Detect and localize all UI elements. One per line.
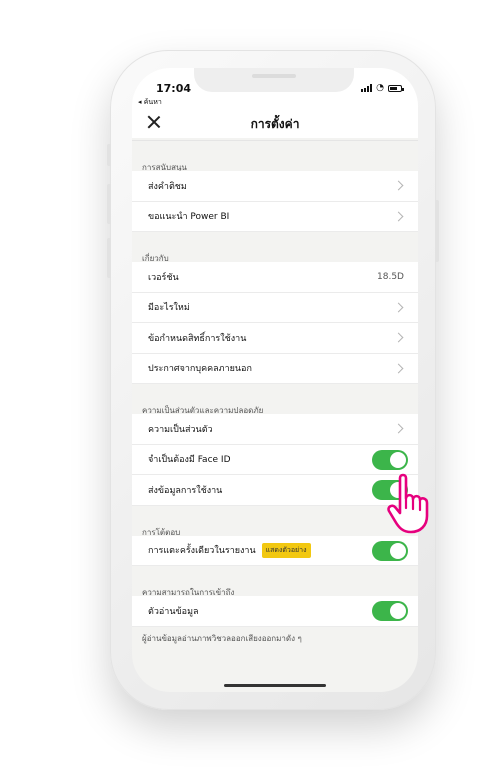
row-label: เวอร์ชัน [148,272,179,283]
face-id-toggle[interactable] [372,449,408,470]
speaker [252,74,296,78]
row-label: ส่งข้อมูลการใช้งาน [148,485,223,496]
row-third-party-notices[interactable]: ประกาศจากบุคคลภายนอก [132,353,418,384]
data-reader-toggle[interactable] [372,601,408,621]
back-to-search-link[interactable]: ◂ ค้นหา [138,97,162,108]
phone-volume-up [107,184,111,224]
nav-bar: การตั้งค่า [132,108,418,138]
pointing-hand-icon [387,473,429,534]
row-label: ตัวอ่านข้อมูล [148,606,199,617]
row-license-terms[interactable]: ข้อกำหนดสิทธิ์การใช้งาน [132,323,418,354]
status-icons: ◔ [361,83,404,93]
section-header-privacy: ความเป็นส่วนตัวและความปลอดภัย [142,406,264,415]
data-reader-footnote: ผู้อ่านข้อมูลอ่านภาพวิชวลออกเสียงออกมาดั… [142,633,302,643]
row-label: ความเป็นส่วนตัว [148,424,213,435]
row-recommend-power-bi[interactable]: ขอแนะนำ Power BI [132,201,418,232]
row-label: ขอแนะนำ Power BI [148,212,230,223]
home-indicator [224,684,326,687]
signal-icon [361,84,373,92]
section-header-support: การสนับสนุน [142,163,187,172]
row-label: การแตะครั้งเดียวในรายงาน [148,546,256,557]
battery-icon [388,84,404,92]
phone-volume-down [107,238,111,278]
settings-list: การสนับสนุน ส่งคำติชม ขอแนะนำ Power BI เ… [132,138,418,692]
row-label: ข้อกำหนดสิทธิ์การใช้งาน [148,333,247,344]
row-label: จำเป็นต้องมี Face ID [148,455,231,466]
preview-badge: แสดงตัวอย่าง [261,542,311,558]
row-data-reader: ตัวอ่านข้อมูล [132,596,418,627]
chevron-right-icon [393,423,404,434]
single-tap-toggle[interactable] [372,540,408,561]
row-require-face-id: จำเป็นต้องมี Face ID [132,444,418,475]
chevron-right-icon [393,180,404,191]
row-whats-new[interactable]: มีอะไรใหม่ [132,292,418,323]
phone-power-button [435,200,439,262]
page-title: การตั้งค่า [250,117,300,131]
wifi-icon: ◔ [376,83,384,93]
row-label: ประกาศจากบุคคลภายนอก [148,364,252,375]
chevron-right-icon [393,302,404,312]
row-version: เวอร์ชัน 18.5D [132,262,418,293]
row-privacy[interactable]: ความเป็นส่วนตัว [132,414,418,445]
section-header-interaction: การโต้ตอบ [142,527,181,537]
row-label: มีอะไรใหม่ [148,303,190,314]
row-label: ส่งคำติชม [148,181,187,192]
section-header-accessibility: ความสามารถในการเข้าถึง [142,588,235,597]
phone-silent-switch [107,144,111,166]
phone-screen: 17:04 ◂ ค้นหา ◔ การตั้งค่า การสนับสนุน ส… [132,68,418,692]
chevron-right-icon [393,211,404,221]
row-send-feedback[interactable]: ส่งคำติชม [132,171,418,202]
section-header-about: เกี่ยวกับ [142,254,169,263]
chevron-right-icon [393,363,404,373]
row-single-tap: การแตะครั้งเดียวในรายงาน แสดงตัวอย่าง [132,535,418,566]
row-send-usage-data: ส่งข้อมูลการใช้งาน [132,475,418,506]
version-value: 18.5D [377,272,404,282]
chevron-right-icon [393,332,404,343]
status-time: 17:04 [156,82,192,95]
notch [194,68,354,92]
